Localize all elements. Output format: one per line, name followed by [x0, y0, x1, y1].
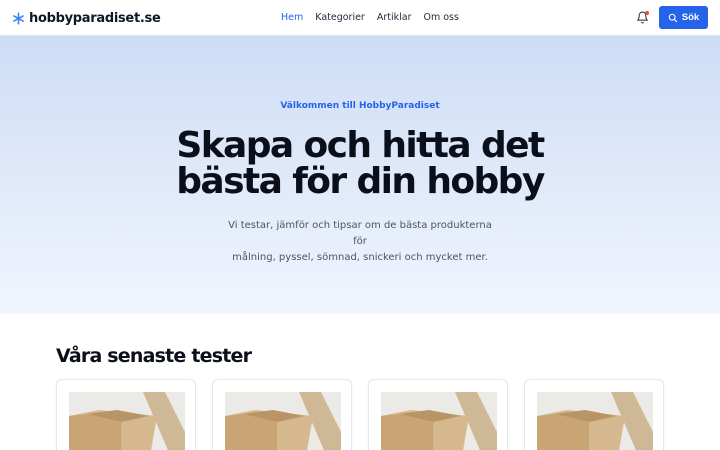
search-button[interactable]: Sök	[659, 6, 708, 29]
hero-subtitle-line-2: målning, pyssel, sömnad, snickeri och my…	[232, 252, 488, 263]
nav-item-om-oss[interactable]: Om oss	[423, 11, 458, 25]
nav-item-kategorier[interactable]: Kategorier	[315, 11, 365, 25]
hero-title: Skapa och hitta det bästa för din hobby	[160, 128, 560, 200]
search-icon	[668, 13, 678, 22]
hero-subtitle-line-1: Vi testar, jämför och tipsar om de bästa…	[228, 220, 492, 247]
hero-eyebrow: Välkommen till HobbyParadiset	[280, 101, 440, 111]
latest-tests-title: Våra senaste tester	[56, 345, 252, 367]
hero-title-line-2: bästa för din hobby	[176, 161, 545, 202]
test-card[interactable]	[56, 379, 196, 450]
test-card[interactable]	[212, 379, 352, 450]
cardboard-box-image	[225, 392, 341, 450]
logo-text: hobbyparadiset.se	[29, 10, 161, 26]
site-header: hobbyparadiset.se Hem Kategorier Artikla…	[0, 0, 720, 36]
test-card[interactable]	[368, 379, 508, 450]
hero-subtitle: Vi testar, jämför och tipsar om de bästa…	[220, 218, 500, 266]
hero-section: Välkommen till HobbyParadiset Skapa och …	[0, 36, 720, 314]
cardboard-box-image	[69, 392, 185, 450]
main-nav: Hem Kategorier Artiklar Om oss	[281, 11, 471, 25]
snowflake-logo-icon	[13, 12, 24, 24]
nav-item-hem[interactable]: Hem	[281, 11, 303, 25]
nav-item-artiklar[interactable]: Artiklar	[377, 11, 412, 25]
hero-title-line-1: Skapa och hitta det	[176, 125, 545, 166]
notification-dot	[645, 11, 649, 15]
cardboard-box-image	[381, 392, 497, 450]
search-button-label: Sök	[681, 12, 700, 23]
test-card[interactable]	[524, 379, 664, 450]
site-logo[interactable]: hobbyparadiset.se	[12, 9, 161, 27]
cardboard-box-image	[537, 392, 653, 450]
